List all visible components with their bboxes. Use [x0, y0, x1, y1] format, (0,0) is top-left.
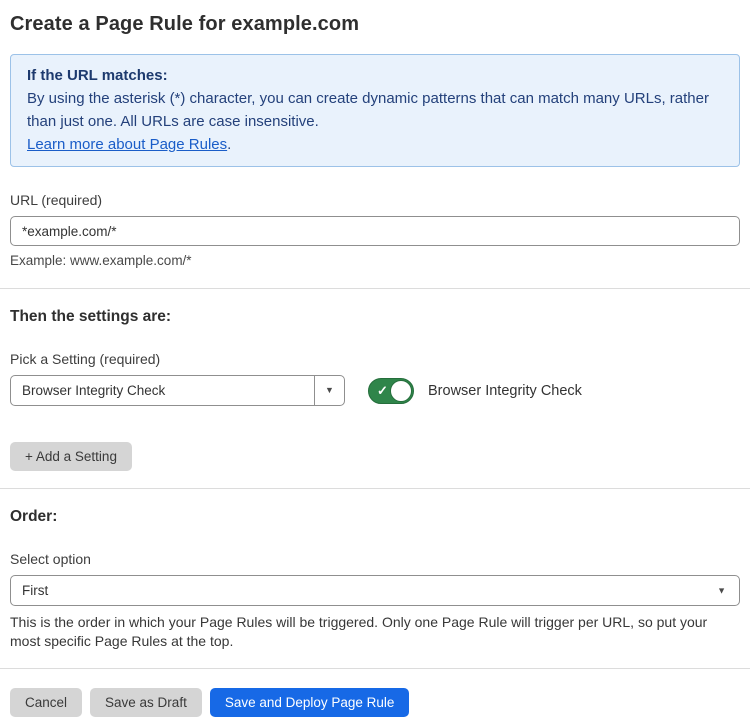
- settings-section-heading: Then the settings are:: [10, 308, 740, 326]
- chevron-down-icon: ▼: [717, 586, 726, 595]
- setting-dropdown-value: Browser Integrity Check: [11, 376, 314, 405]
- section-divider: [0, 288, 750, 289]
- save-and-deploy-button[interactable]: Save and Deploy Page Rule: [210, 688, 410, 717]
- info-box-body: By using the asterisk (*) character, you…: [27, 87, 723, 133]
- page-title: Create a Page Rule for example.com: [10, 12, 740, 37]
- url-match-info-box: If the URL matches: By using the asteris…: [10, 54, 740, 167]
- create-page-rule-form: Create a Page Rule for example.com If th…: [0, 0, 750, 717]
- toggle-knob: [390, 380, 412, 402]
- section-divider: [0, 488, 750, 489]
- url-field-label: URL (required): [10, 192, 740, 208]
- setting-row: Browser Integrity Check ▼ ✓ Browser Inte…: [10, 375, 740, 406]
- chevron-down-icon: ▼: [325, 386, 334, 395]
- setting-dropdown-arrow-button[interactable]: ▼: [314, 376, 344, 405]
- footer-actions: Cancel Save as Draft Save and Deploy Pag…: [10, 688, 740, 717]
- order-help-text: This is the order in which your Page Rul…: [10, 613, 740, 651]
- url-example-hint: Example: www.example.com/*: [10, 253, 740, 268]
- setting-toggle-label: Browser Integrity Check: [428, 383, 582, 399]
- save-as-draft-button[interactable]: Save as Draft: [90, 688, 202, 717]
- setting-toggle[interactable]: ✓: [368, 378, 414, 404]
- url-input[interactable]: [10, 216, 740, 246]
- check-icon: ✓: [377, 383, 388, 399]
- order-section-heading: Order:: [10, 508, 740, 526]
- add-setting-button[interactable]: + Add a Setting: [10, 442, 132, 471]
- learn-more-link[interactable]: Learn more about Page Rules: [27, 136, 227, 153]
- pick-setting-label: Pick a Setting (required): [10, 351, 740, 367]
- order-select[interactable]: First ▼: [10, 575, 740, 606]
- order-select-label: Select option: [10, 551, 740, 567]
- info-box-heading: If the URL matches:: [27, 64, 723, 87]
- link-period: .: [227, 136, 231, 153]
- info-box-link-line: Learn more about Page Rules.: [27, 133, 723, 156]
- order-select-value: First: [22, 583, 48, 598]
- cancel-button[interactable]: Cancel: [10, 688, 82, 717]
- setting-dropdown[interactable]: Browser Integrity Check ▼: [10, 375, 345, 406]
- footer-divider: [0, 668, 750, 669]
